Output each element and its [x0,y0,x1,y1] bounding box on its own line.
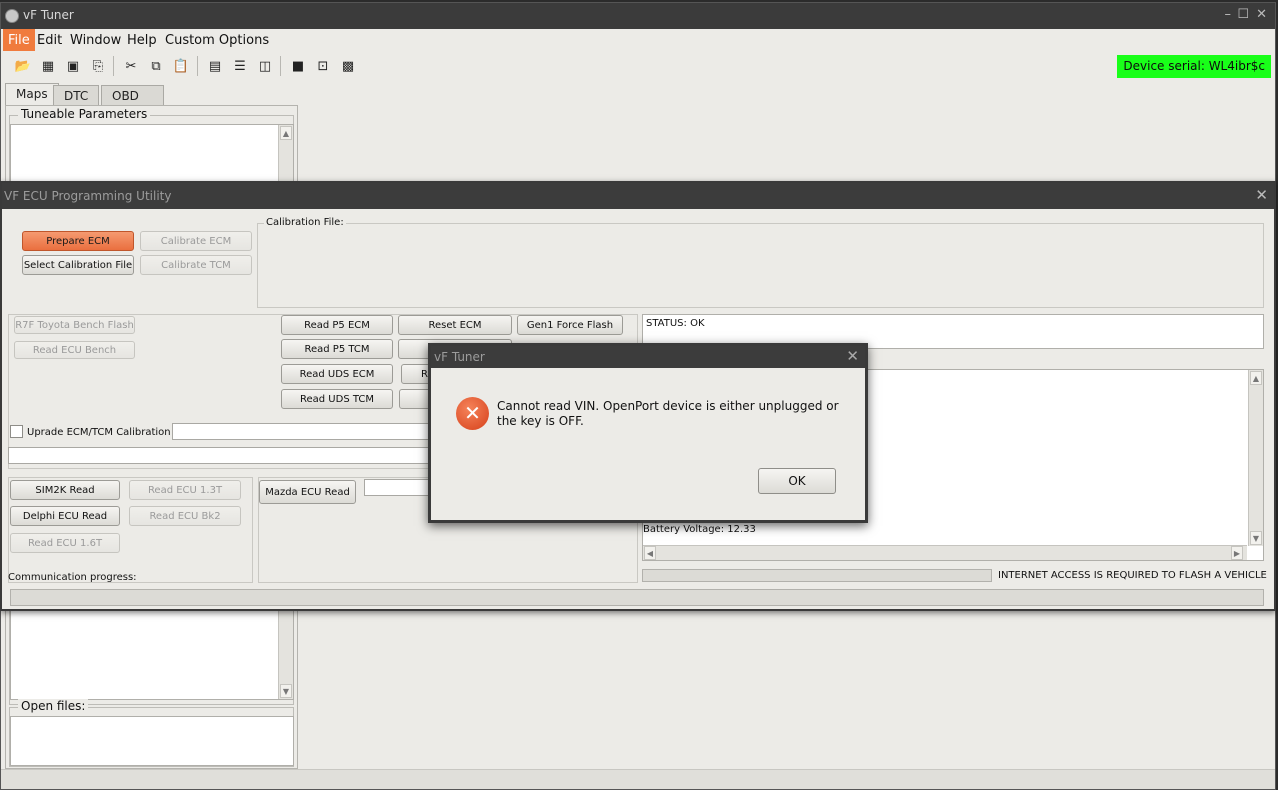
tuneable-parameters-title: Tuneable Parameters [18,107,151,121]
mazda-ecu-read-button[interactable]: Mazda ECU Read [259,480,356,504]
dialog-titlebar: vF Tuner ✕ [431,346,865,368]
open-files-list[interactable] [10,716,294,766]
log-vertical-scrollbar[interactable]: ▲ ▼ [1248,370,1263,546]
reset-ecm-button[interactable]: Reset ECM [398,315,512,335]
save-icon[interactable]: ▣ [63,56,83,76]
calibration-file-panel [257,223,1264,308]
scroll-left-icon[interactable]: ◀ [644,546,656,560]
menu-file[interactable]: File [3,29,35,51]
scroll-up-icon[interactable]: ▲ [280,126,292,140]
log-horizontal-scrollbar[interactable]: ◀ ▶ [643,545,1247,560]
tab-obd-logger[interactable]: OBD Logger [101,85,165,117]
device-serial-badge: Device serial: WL4ibr$c [1117,55,1271,78]
copy-icon[interactable]: ⧉ [146,56,166,76]
prepare-ecm-button[interactable]: Prepare ECM [22,231,134,251]
chip-frame-icon[interactable]: ⊡ [313,56,333,76]
main-status-bar [1,769,1275,789]
cut-icon[interactable]: ✂ [121,56,141,76]
gen1-force-flash-button[interactable]: Gen1 Force Flash [517,315,623,335]
read-p5-ecm-button[interactable]: Read P5 ECM [281,315,393,335]
sim2k-read-button[interactable]: SIM2K Read [10,480,120,500]
app-icon [5,9,19,23]
tile-horizontal-icon[interactable]: ☰ [230,56,250,76]
calibrate-tcm-button[interactable]: Calibrate TCM [140,255,252,275]
close-icon[interactable]: ✕ [846,347,859,365]
scroll-right-icon[interactable]: ▶ [1231,546,1243,560]
communication-progress-label: Communication progress: [8,572,137,583]
info-field[interactable] [8,447,448,464]
tab-maps[interactable]: Maps [5,83,59,106]
menu-window[interactable]: Window [65,29,126,51]
main-titlebar: vF Tuner – ☐ ✕ [1,3,1275,29]
battery-voltage-text: Battery Voltage: 12.33 [643,524,756,535]
tab-dtc[interactable]: DTC [53,85,100,106]
communication-progress-bar [10,589,1264,606]
dialog-message: Cannot read VIN. OpenPort device is eith… [497,399,839,428]
ok-button[interactable]: OK [758,468,836,494]
scroll-down-icon[interactable]: ▼ [280,684,292,698]
calibration-file-label: Calibration File: [264,217,346,228]
scroll-up-icon[interactable]: ▲ [1250,371,1262,385]
chip-grid-icon[interactable]: ▩ [338,56,358,76]
close-icon[interactable]: ✕ [1255,186,1268,204]
open-files-group: Open files: [9,699,294,767]
status-text: STATUS: OK [646,318,705,329]
error-icon: ✕ [456,397,489,430]
flash-progress-bar [642,569,992,582]
ecu-titlebar: VF ECU Programming Utility ✕ [2,183,1274,209]
delphi-ecu-read-button[interactable]: Delphi ECU Read [10,506,120,526]
cascade-icon[interactable]: ▤ [205,56,225,76]
menu-help[interactable]: Help [122,29,162,51]
calibrate-ecm-button[interactable]: Calibrate ECM [140,231,252,251]
menu-edit[interactable]: Edit [32,29,67,51]
read-uds-tcm-button[interactable]: Read UDS TCM [281,389,393,409]
error-dialog: vF Tuner ✕ ✕ Cannot read VIN. OpenPort d… [428,343,868,523]
main-window-title: vF Tuner [23,8,74,22]
ecu-window-title: VF ECU Programming Utility [4,189,172,203]
read-p5-tcm-button[interactable]: Read P5 TCM [281,339,393,359]
open-folder-icon[interactable]: 📂 [13,56,33,76]
minimize-icon[interactable]: – [1225,7,1232,22]
read-ecu-bk2-button[interactable]: Read ECU Bk2 [129,506,241,526]
read-uds-ecm-button[interactable]: Read UDS ECM [281,364,393,384]
toolbar-separator [280,56,281,76]
read-ecu-bench-button[interactable]: Read ECU Bench [14,341,135,359]
upgrade-calibration-label: Uprade ECM/TCM Calibration [27,427,171,438]
read-ecu-13t-button[interactable]: Read ECU 1.3T [129,480,241,500]
toolbar-separator [197,56,198,76]
maximize-icon[interactable]: ☐ [1237,7,1249,22]
tile-vertical-icon[interactable]: ◫ [255,56,275,76]
dialog-title: vF Tuner [434,350,485,364]
select-calibration-file-button[interactable]: Select Calibration File [22,255,134,275]
menu-custom-options[interactable]: Custom Options [160,29,274,51]
internet-required-notice: INTERNET ACCESS IS REQUIRED TO FLASH A V… [998,570,1267,581]
save-as-icon[interactable]: ⎘ [88,56,108,76]
read-ecu-16t-button[interactable]: Read ECU 1.6T [10,533,120,553]
upgrade-calibration-field[interactable] [172,423,442,440]
open-table-icon[interactable]: ▦ [38,56,58,76]
toolbar-separator [113,56,114,76]
open-files-title: Open files: [18,699,89,713]
chip-icon[interactable]: ■ [288,56,308,76]
menu-bar: File Edit Window Help Custom Options [1,29,1275,51]
close-icon[interactable]: ✕ [1256,7,1267,22]
scroll-down-icon[interactable]: ▼ [1250,531,1262,545]
upgrade-calibration-checkbox[interactable] [10,425,23,438]
r7f-toyota-bench-flash-button[interactable]: R7F Toyota Bench Flash [14,316,135,334]
toolbar: 📂 ▦ ▣ ⎘ ✂ ⧉ 📋 ▤ ☰ ◫ ■ ⊡ ▩ [1,52,1275,80]
paste-icon[interactable]: 📋 [171,56,191,76]
